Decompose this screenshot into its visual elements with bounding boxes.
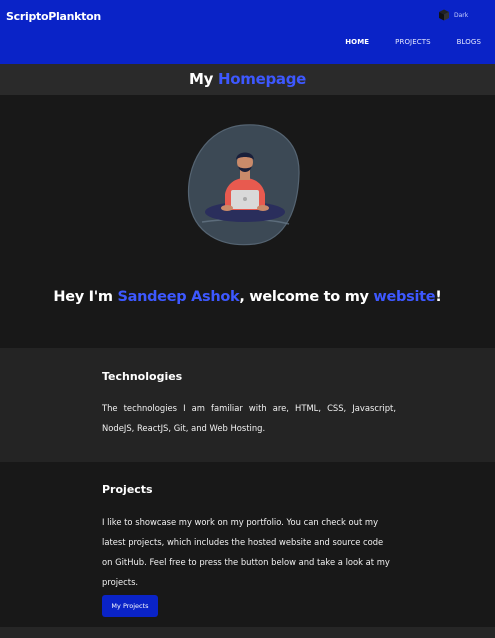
technologies-heading: Technologies <box>102 370 183 383</box>
projects-section: Projects I like to showcase my work on m… <box>0 462 495 627</box>
person-with-laptop-illustration <box>187 124 300 246</box>
technologies-section: Technologies The technologies I am famil… <box>0 348 495 462</box>
cube-icon <box>439 9 449 21</box>
nav-link-projects[interactable]: PROJECTS <box>395 38 431 46</box>
my-projects-button[interactable]: My Projects <box>102 595 158 617</box>
top-navbar: ScriptoPlankton Dark HOME PROJECTS BLOGS <box>0 0 495 64</box>
welcome-heading: Hey I'm Sandeep Ashok, welcome to my web… <box>0 289 495 305</box>
nav-link-home[interactable]: HOME <box>345 38 369 46</box>
nav-links: HOME PROJECTS BLOGS <box>319 38 481 46</box>
welcome-suffix: ! <box>435 289 442 305</box>
theme-toggle[interactable]: Dark <box>438 9 468 21</box>
footer-strip <box>0 627 495 638</box>
theme-label: Dark <box>454 11 469 19</box>
page-title: My Homepage <box>0 64 495 95</box>
welcome-prefix: Hey I'm <box>53 289 118 305</box>
page-title-prefix: My <box>188 70 218 88</box>
nav-link-blogs[interactable]: BLOGS <box>457 38 481 46</box>
welcome-middle: , welcome to my <box>239 289 374 305</box>
page-title-accent: Homepage <box>217 70 307 88</box>
welcome-site: website <box>373 289 436 305</box>
technologies-text: The technologies I am familiar with are,… <box>102 403 396 433</box>
projects-heading: Projects <box>102 483 153 496</box>
hero-section: Hey I'm Sandeep Ashok, welcome to my web… <box>0 95 495 348</box>
brand-logo-text[interactable]: ScriptoPlankton <box>6 10 101 23</box>
projects-text: I like to showcase my work on my portfol… <box>102 517 390 587</box>
welcome-name: Sandeep Ashok <box>117 289 240 305</box>
page-title-bar: My Homepage <box>0 64 495 95</box>
